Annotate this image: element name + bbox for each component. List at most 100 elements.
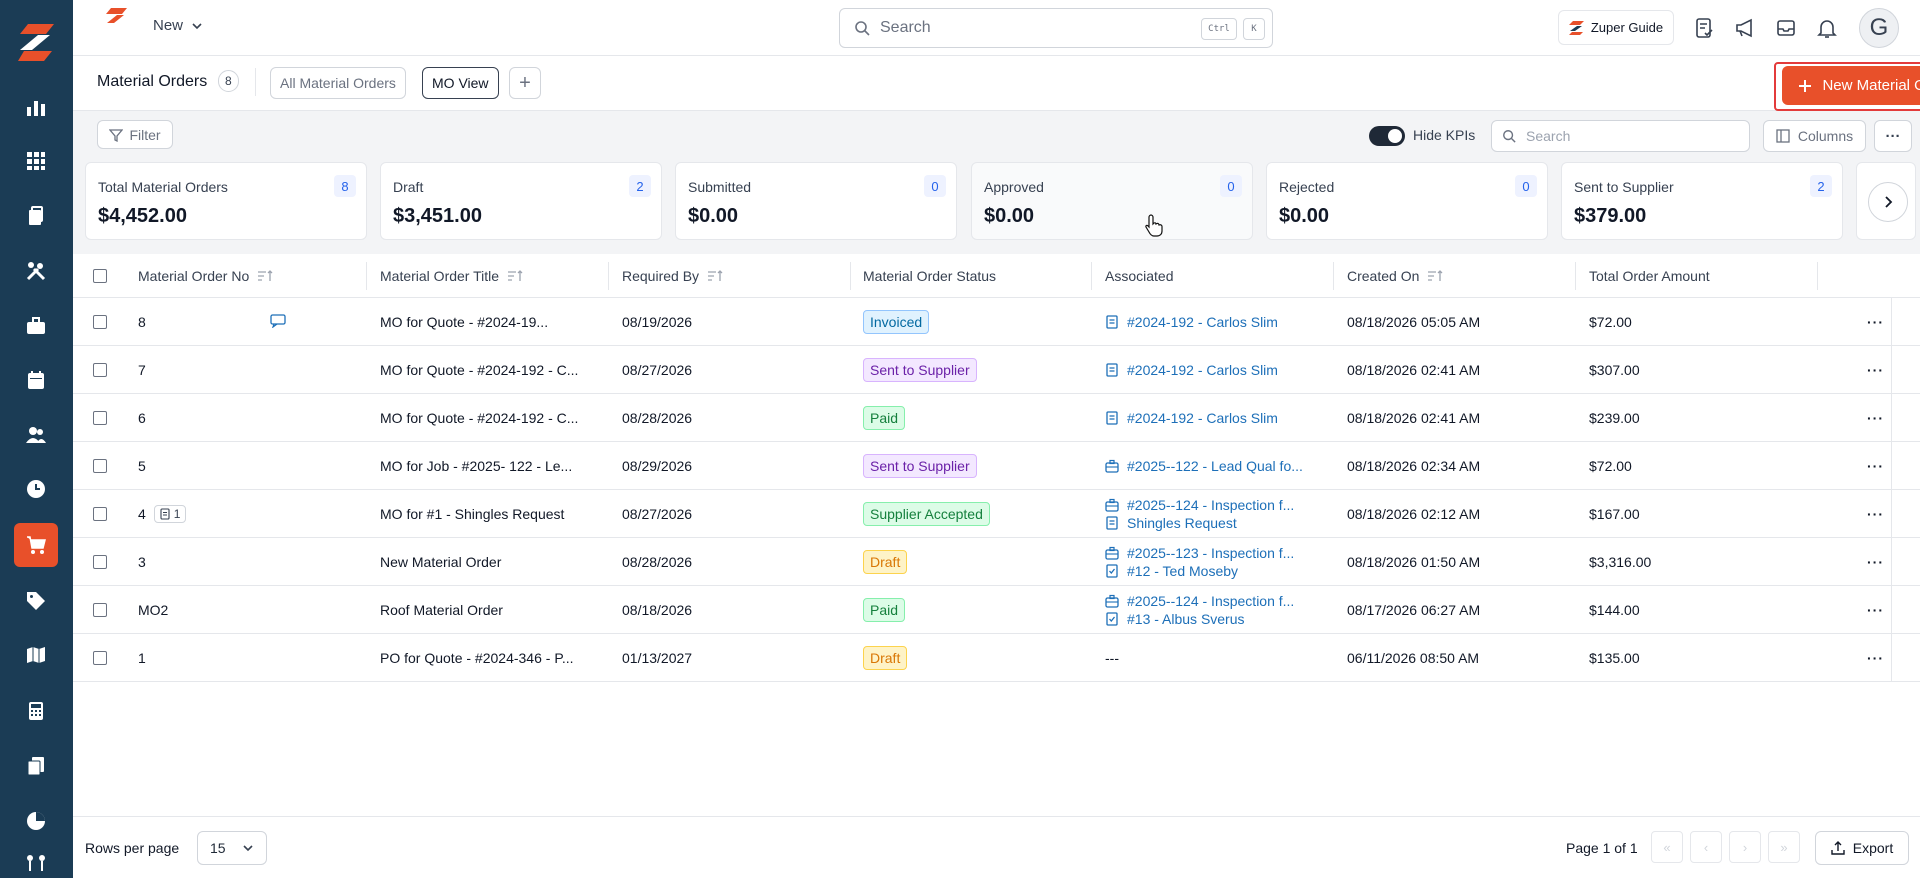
row-checkbox[interactable] (93, 363, 107, 377)
cell-mo-no[interactable]: 1 (138, 634, 146, 682)
export-button[interactable]: Export (1815, 831, 1909, 865)
associated-link[interactable]: #2025--124 - Inspection f... (1105, 497, 1294, 513)
pie-chart-icon[interactable] (14, 799, 58, 843)
associated-link[interactable]: #2024-192 - Carlos Slim (1105, 314, 1278, 330)
cell-mo-no[interactable]: 7 (138, 346, 146, 394)
inbox-icon[interactable] (1773, 15, 1799, 41)
cell-title[interactable]: MO for Quote - #2024-192 - C... (380, 394, 578, 442)
table-row[interactable]: 8 MO for Quote - #2024-19... 08/19/2026 … (73, 298, 1920, 346)
table-row[interactable]: 5 MO for Job - #2025- 122 - Le... 08/29/… (73, 442, 1920, 490)
calculator-icon[interactable] (14, 689, 58, 733)
dashboard-icon[interactable] (14, 85, 58, 129)
row-actions-button[interactable]: ··· (1867, 442, 1884, 490)
cell-mo-no[interactable]: 6 (138, 394, 146, 442)
associated-link[interactable]: #2025--123 - Inspection f... (1105, 545, 1294, 561)
apps-icon[interactable] (14, 139, 58, 183)
zuper-guide-button[interactable]: Zuper Guide (1558, 10, 1674, 45)
row-actions-button[interactable]: ··· (1867, 634, 1884, 682)
row-actions-button[interactable]: ··· (1867, 490, 1884, 538)
row-checkbox[interactable] (93, 411, 107, 425)
sort-icon[interactable] (507, 270, 523, 282)
cell-mo-no[interactable]: 8 (138, 298, 146, 346)
sort-icon[interactable] (707, 270, 723, 282)
attachment-count-chip[interactable]: 1 (153, 505, 187, 523)
row-actions-button[interactable]: ··· (1867, 394, 1884, 442)
kpi-card-draft[interactable]: Draft 2 $3,451.00 (380, 162, 662, 240)
map-icon[interactable] (14, 633, 58, 677)
user-avatar[interactable]: G (1859, 8, 1899, 48)
prev-page-button[interactable]: ‹ (1690, 831, 1722, 863)
column-header-created-on[interactable]: Created On (1347, 254, 1443, 298)
cell-mo-no[interactable]: MO2 (138, 586, 168, 634)
row-checkbox[interactable] (93, 651, 107, 665)
cell-mo-no[interactable]: 3 (138, 538, 146, 586)
briefcase-icon[interactable] (14, 304, 58, 348)
zuper-logo-icon[interactable] (14, 20, 58, 64)
sort-icon[interactable] (1427, 270, 1443, 282)
next-page-button[interactable]: › (1729, 831, 1761, 863)
select-all-checkbox[interactable] (93, 269, 107, 283)
row-actions-button[interactable]: ··· (1867, 298, 1884, 346)
last-page-button[interactable]: » (1768, 831, 1800, 863)
column-header-required-by[interactable]: Required By (622, 254, 723, 298)
clipboard-icon[interactable] (14, 194, 58, 238)
tab-all-material-orders[interactable]: All Material Orders (270, 67, 406, 99)
new-material-order-button[interactable]: New Material Order (1782, 66, 1920, 105)
tag-icon[interactable] (14, 579, 58, 623)
tab-mo-view[interactable]: MO View (422, 67, 499, 99)
associated-link[interactable]: #2025--122 - Lead Qual fo... (1105, 458, 1303, 474)
cell-title[interactable]: MO for Job - #2025- 122 - Le... (380, 442, 572, 490)
kpi-card-approved[interactable]: Approved 0 $0.00 (971, 162, 1253, 240)
rows-per-page-select[interactable]: 15 (197, 831, 267, 865)
table-row[interactable]: 7 MO for Quote - #2024-192 - C... 08/27/… (73, 346, 1920, 394)
row-checkbox[interactable] (93, 603, 107, 617)
clock-icon[interactable] (14, 467, 58, 511)
cart-icon[interactable] (14, 523, 58, 567)
checklist-icon[interactable] (1691, 15, 1717, 41)
cell-title[interactable]: MO for Quote - #2024-192 - C... (380, 346, 578, 394)
add-view-button[interactable]: + (509, 67, 541, 99)
cell-title[interactable]: MO for Quote - #2024-19... (380, 298, 548, 346)
cell-title[interactable]: Roof Material Order (380, 586, 503, 634)
associated-link[interactable]: Shingles Request (1105, 515, 1294, 531)
row-actions-button[interactable]: ··· (1867, 586, 1884, 634)
column-header-title[interactable]: Material Order Title (380, 254, 523, 298)
megaphone-icon[interactable] (1732, 15, 1758, 41)
filter-button[interactable]: Filter (97, 120, 173, 149)
calendar-icon[interactable] (14, 358, 58, 402)
tools-icon[interactable] (14, 249, 58, 293)
kpi-card-rejected[interactable]: Rejected 0 $0.00 (1266, 162, 1548, 240)
row-actions-button[interactable]: ··· (1867, 538, 1884, 586)
flow-icon[interactable] (14, 853, 58, 878)
cell-title[interactable]: MO for #1 - Shingles Request (380, 490, 564, 538)
row-checkbox[interactable] (93, 315, 107, 329)
global-search-input[interactable]: Search Ctrl K (839, 8, 1273, 48)
kpi-card-submitted[interactable]: Submitted 0 $0.00 (675, 162, 957, 240)
documents-icon[interactable] (14, 744, 58, 788)
cell-mo-no[interactable]: 5 (138, 442, 146, 490)
sort-icon[interactable] (257, 270, 273, 282)
row-actions-button[interactable]: ··· (1867, 346, 1884, 394)
table-row[interactable]: 1 PO for Quote - #2024-346 - P... 01/13/… (73, 634, 1920, 682)
columns-button[interactable]: Columns (1763, 120, 1866, 152)
table-row[interactable]: MO2 Roof Material Order 08/18/2026 Paid … (73, 586, 1920, 634)
associated-link[interactable]: #13 - Albus Sverus (1105, 611, 1294, 627)
bell-icon[interactable] (1814, 15, 1840, 41)
associated-link[interactable]: #2024-192 - Carlos Slim (1105, 410, 1278, 426)
new-dropdown[interactable]: New (153, 17, 203, 34)
associated-link[interactable]: #2024-192 - Carlos Slim (1105, 362, 1278, 378)
more-options-button[interactable]: ··· (1874, 120, 1912, 152)
users-icon[interactable] (14, 413, 58, 457)
kpi-card-sent-to-supplier[interactable]: Sent to Supplier 2 $379.00 (1561, 162, 1843, 240)
table-row[interactable]: 41 MO for #1 - Shingles Request 08/27/20… (73, 490, 1920, 538)
cell-mo-no[interactable]: 41 (138, 490, 187, 538)
cell-title[interactable]: PO for Quote - #2024-346 - P... (380, 634, 574, 682)
row-checkbox[interactable] (93, 555, 107, 569)
row-checkbox[interactable] (93, 507, 107, 521)
kpi-card-total[interactable]: Total Material Orders 8 $4,452.00 (85, 162, 367, 240)
kpi-next-button[interactable] (1868, 182, 1908, 222)
row-checkbox[interactable] (93, 459, 107, 473)
first-page-button[interactable]: « (1651, 831, 1683, 863)
brand-logo-icon[interactable] (105, 8, 129, 30)
associated-link[interactable]: #12 - Ted Moseby (1105, 563, 1294, 579)
